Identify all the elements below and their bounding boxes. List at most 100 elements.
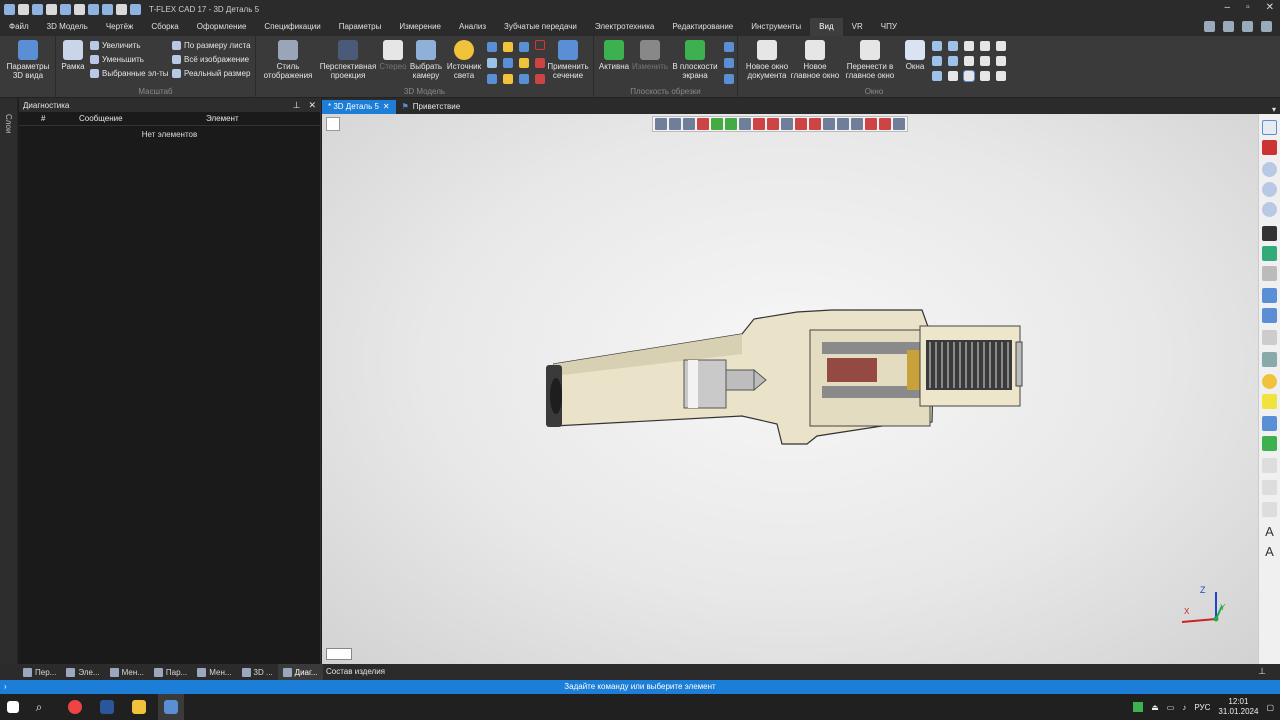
layout2-icon[interactable] <box>948 56 958 66</box>
bottom-tab-0[interactable]: Пер... <box>18 664 61 680</box>
menu-item-10[interactable]: Электротехника <box>586 18 663 36</box>
active-plane-button[interactable]: Активна <box>596 40 632 71</box>
menu-item-9[interactable]: Зубчатые передачи <box>495 18 586 36</box>
bottom-tab-4[interactable]: Мен... <box>192 664 236 680</box>
layout-icon[interactable] <box>1242 21 1253 32</box>
bottom-tab-3[interactable]: Пар... <box>149 664 192 680</box>
layout8-icon[interactable] <box>963 70 975 82</box>
layout5-icon[interactable] <box>996 56 1006 66</box>
real-size-button[interactable]: Реальный размер <box>172 69 250 78</box>
cascade-icon[interactable] <box>932 41 942 51</box>
app-icon[interactable] <box>4 3 15 15</box>
menu-item-14[interactable]: VR <box>843 18 872 36</box>
chrome-button[interactable] <box>62 694 88 720</box>
box-icon[interactable] <box>1262 352 1277 367</box>
layout1-icon[interactable] <box>932 56 942 66</box>
menu-item-6[interactable]: Параметры <box>330 18 391 36</box>
tab-close-icon[interactable]: ✕ <box>383 100 390 114</box>
clip-option1-icon[interactable] <box>724 42 734 52</box>
open-icon[interactable] <box>46 3 57 15</box>
view-iso5-icon[interactable] <box>535 74 545 84</box>
layout4-icon[interactable] <box>980 56 990 66</box>
green-cube-icon[interactable] <box>1262 436 1277 451</box>
view-iso-icon[interactable] <box>535 58 545 68</box>
all-image-button[interactable]: Всё изображение <box>172 55 249 64</box>
zoom-in-button[interactable]: Увеличить <box>90 41 141 50</box>
glasses-icon[interactable] <box>1262 266 1277 281</box>
menu-item-0[interactable]: Файл <box>0 18 38 36</box>
tree-icon[interactable] <box>1262 120 1277 135</box>
start-button[interactable] <box>0 694 26 720</box>
new-doc-window-button[interactable]: Новое окно документа <box>740 40 794 80</box>
menu-item-13[interactable]: Вид <box>810 18 843 36</box>
move-icon[interactable] <box>1262 416 1277 431</box>
zoom-out-button[interactable]: Уменьшить <box>90 55 144 64</box>
layer-icon[interactable] <box>1262 502 1277 517</box>
menu-item-15[interactable]: ЧПУ <box>872 18 906 36</box>
menu-item-8[interactable]: Анализ <box>450 18 495 36</box>
view-iso3-icon[interactable] <box>503 74 513 84</box>
new-doc-icon[interactable] <box>32 3 43 15</box>
stereo-button[interactable]: Стерео <box>378 40 408 71</box>
undo-icon[interactable] <box>88 3 99 15</box>
split-icon[interactable] <box>996 41 1006 51</box>
bottom-tab-2[interactable]: Мен... <box>105 664 149 680</box>
text-a-icon[interactable]: A <box>1262 524 1277 539</box>
back-icon[interactable] <box>130 3 141 15</box>
choose-camera-button[interactable]: Выбрать камеру <box>408 40 444 80</box>
plane-icon[interactable] <box>1262 330 1277 345</box>
menu-item-1[interactable]: 3D Модель <box>38 18 97 36</box>
pin-icon[interactable]: ⊥ <box>293 100 301 111</box>
tab-3d-part-5[interactable]: * 3D Деталь 5 ✕ <box>322 100 396 114</box>
menu-item-7[interactable]: Измерение <box>390 18 450 36</box>
tray-usb-icon[interactable]: ⏏ <box>1151 703 1159 712</box>
new-main-window-button[interactable]: Новое главное окно <box>788 40 842 80</box>
save-icon[interactable] <box>60 3 71 15</box>
apply-section-button[interactable]: Применить сечение <box>546 40 590 80</box>
check-view-icon[interactable] <box>1262 288 1277 303</box>
view-top-icon[interactable] <box>503 42 513 52</box>
clip-option2-icon[interactable] <box>724 58 734 68</box>
menu-item-5[interactable]: Спецификации <box>255 18 329 36</box>
clip-option3-icon[interactable] <box>724 74 734 84</box>
zoom-icon[interactable] <box>1262 162 1277 177</box>
help-icon[interactable] <box>1204 21 1215 32</box>
composition-panel-title[interactable]: Состав изделия <box>326 664 385 680</box>
word-button[interactable] <box>94 694 120 720</box>
change-plane-button[interactable]: Изменить <box>632 40 668 71</box>
sphere-icon[interactable] <box>1262 374 1277 389</box>
tray-volume-icon[interactable]: ♪ <box>1182 703 1186 712</box>
frame-button[interactable]: Рамка <box>60 40 86 71</box>
col-element[interactable]: Элемент <box>206 114 239 123</box>
bottom-tab-1[interactable]: Эле... <box>61 664 104 680</box>
layout3-icon[interactable] <box>964 56 974 66</box>
bottom-tab-6[interactable]: Диаг... <box>277 664 323 680</box>
layout9-icon[interactable] <box>980 71 990 81</box>
layers-side-tab[interactable]: Слои <box>0 98 18 664</box>
status-arrow-icon[interactable]: › <box>4 680 7 694</box>
display-style-button[interactable]: Стиль отображения <box>258 40 318 80</box>
screen-plane-button[interactable]: В плоскости экрана <box>670 40 720 80</box>
zoom-plus-icon[interactable] <box>1262 182 1277 197</box>
menu-item-4[interactable]: Оформление <box>188 18 256 36</box>
camera-view-icon[interactable] <box>1262 458 1277 473</box>
tflex-button[interactable] <box>158 694 184 720</box>
selected-elements-button[interactable]: Выбранные эл-ты <box>90 69 168 78</box>
clock[interactable]: 12:01 31.01.2024 <box>1218 697 1258 717</box>
search-button[interactable]: ⌕ <box>26 694 52 720</box>
close-icon[interactable]: ✕ <box>1266 2 1274 13</box>
view-cube-icon[interactable] <box>535 40 545 50</box>
new-file-icon[interactable] <box>18 3 29 15</box>
panel-close-icon[interactable]: ✕ <box>308 100 316 111</box>
windows-button[interactable]: Окна <box>900 40 930 71</box>
col-num[interactable]: # <box>41 114 45 123</box>
col-message[interactable]: Сообщение <box>79 114 123 123</box>
check-view2-icon[interactable] <box>1262 308 1277 323</box>
settings-icon[interactable] <box>1223 21 1234 32</box>
composition-pin-icon[interactable]: ⊥ <box>1258 666 1266 677</box>
magnet-icon[interactable] <box>1262 140 1277 155</box>
redo-icon[interactable] <box>102 3 113 15</box>
params-3d-view-button[interactable]: Параметры 3D вида <box>4 40 52 80</box>
view-front-icon[interactable] <box>487 42 497 52</box>
arrange-icon[interactable] <box>980 41 990 51</box>
